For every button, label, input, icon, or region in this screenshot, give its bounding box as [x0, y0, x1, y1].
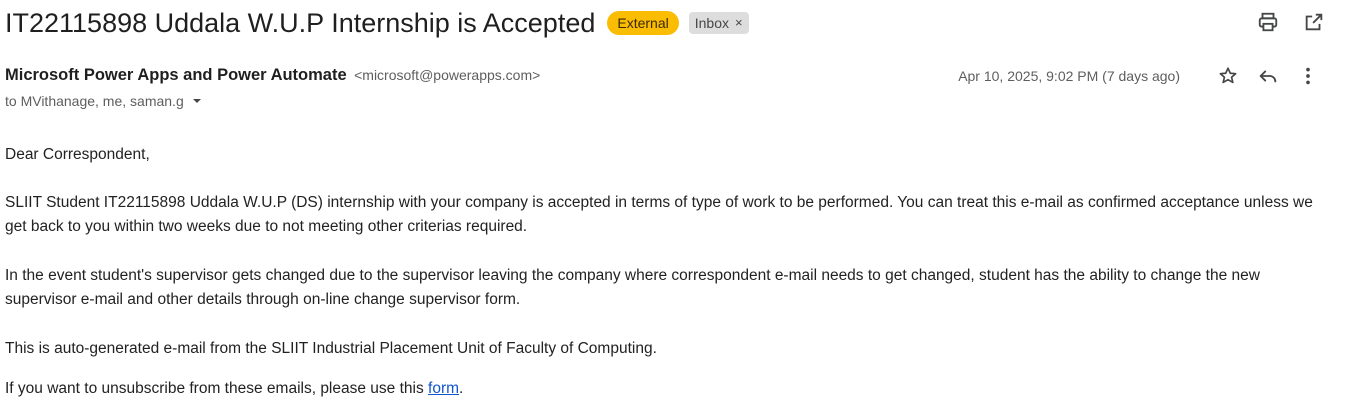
body-paragraph-1: SLIIT Student IT22115898 Uddala W.U.P (D… — [5, 194, 1313, 235]
recipients: to MVithanage, me, saman.g — [5, 93, 204, 109]
external-label: External — [607, 11, 679, 35]
body-greeting: Dear Correspondent, — [5, 146, 150, 163]
thread-actions — [1256, 10, 1326, 34]
inbox-label[interactable]: Inbox × — [688, 12, 749, 34]
inbox-label-text: Inbox — [694, 15, 729, 31]
print-icon[interactable] — [1256, 10, 1280, 34]
sender-email: <microsoft@powerapps.com> — [354, 67, 541, 83]
unsubscribe-suffix: . — [459, 380, 464, 397]
open-in-new-icon[interactable] — [1302, 10, 1326, 34]
unsubscribe-form-link[interactable]: form — [428, 380, 459, 397]
body-paragraph-2: In the event student's supervisor gets c… — [5, 267, 1260, 308]
message-meta: Apr 10, 2025, 9:02 PM (7 days ago) — [958, 64, 1320, 88]
remove-label-button[interactable]: × — [735, 15, 743, 31]
reply-icon[interactable] — [1256, 64, 1280, 88]
recipients-text: to MVithanage, me, saman.g — [5, 93, 184, 109]
body-paragraph-3: This is auto-generated e-mail from the S… — [5, 340, 657, 357]
sender-name[interactable]: Microsoft Power Apps and Power Automate — [5, 66, 347, 84]
caret-down-icon[interactable] — [190, 94, 204, 108]
subject-row: IT22115898 Uddala W.U.P Internship is Ac… — [5, 6, 749, 40]
star-icon[interactable] — [1216, 64, 1240, 88]
sender: Microsoft Power Apps and Power Automate … — [5, 66, 540, 85]
more-vert-icon[interactable] — [1296, 64, 1320, 88]
unsubscribe-text: If you want to unsubscribe from these em… — [5, 380, 429, 397]
unsubscribe-line: If you want to unsubscribe from these em… — [5, 377, 463, 401]
email-subject: IT22115898 Uddala W.U.P Internship is Ac… — [5, 7, 596, 38]
message-date: Apr 10, 2025, 9:02 PM (7 days ago) — [958, 68, 1180, 84]
